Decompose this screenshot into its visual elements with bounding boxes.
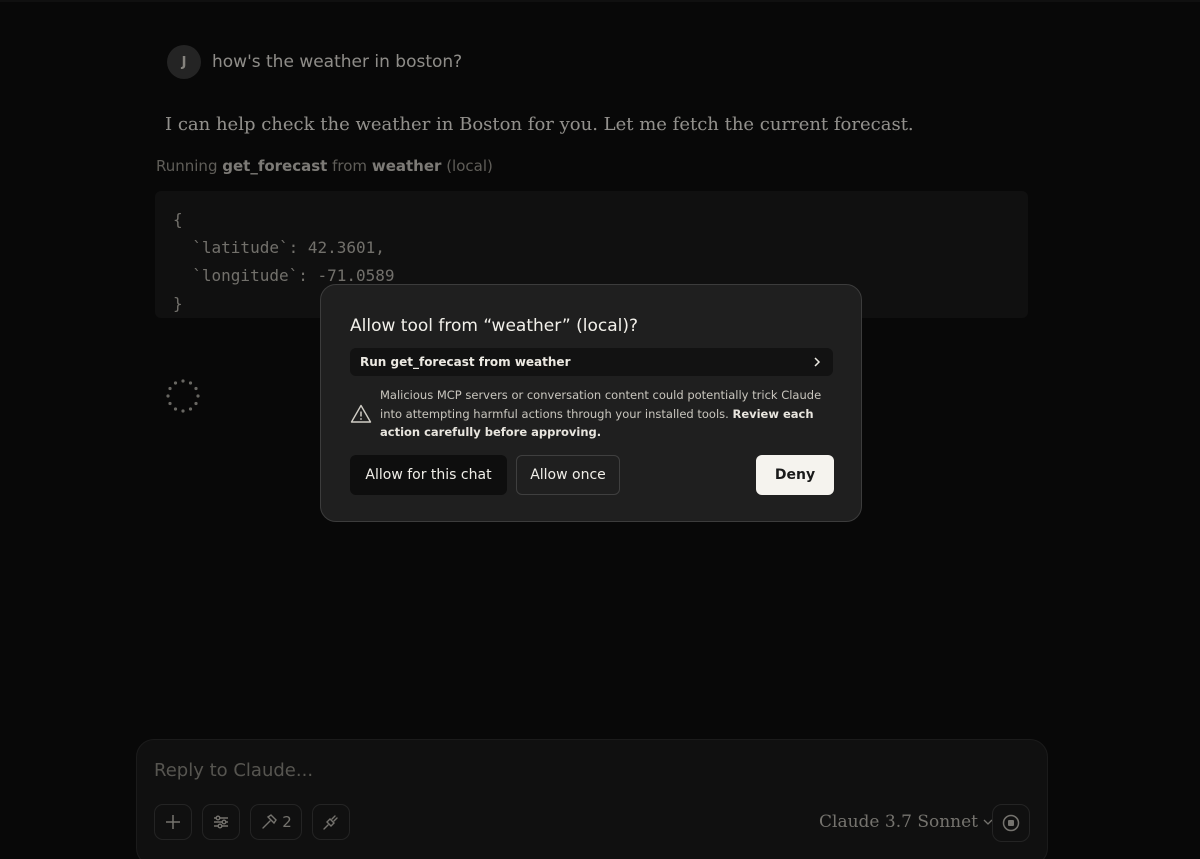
tool-details-expander[interactable]: Run get_forecast from weather (350, 348, 833, 376)
tool-permission-dialog: Allow tool from “weather” (local)? Run g… (320, 284, 862, 522)
warning-icon (350, 404, 372, 423)
tool-details-label: Run get_forecast from weather (360, 355, 571, 369)
dialog-title: Allow tool from “weather” (local)? (350, 316, 639, 336)
allow-for-chat-button[interactable]: Allow for this chat (350, 455, 507, 495)
warning-notice: Malicious MCP servers or conversation co… (350, 386, 833, 442)
warning-text: Malicious MCP servers or conversation co… (380, 386, 833, 442)
app-window: J how's the weather in boston? I can hel… (0, 0, 1200, 859)
deny-button[interactable]: Deny (756, 455, 834, 495)
chevron-right-icon (814, 357, 821, 367)
allow-once-button[interactable]: Allow once (516, 455, 620, 495)
